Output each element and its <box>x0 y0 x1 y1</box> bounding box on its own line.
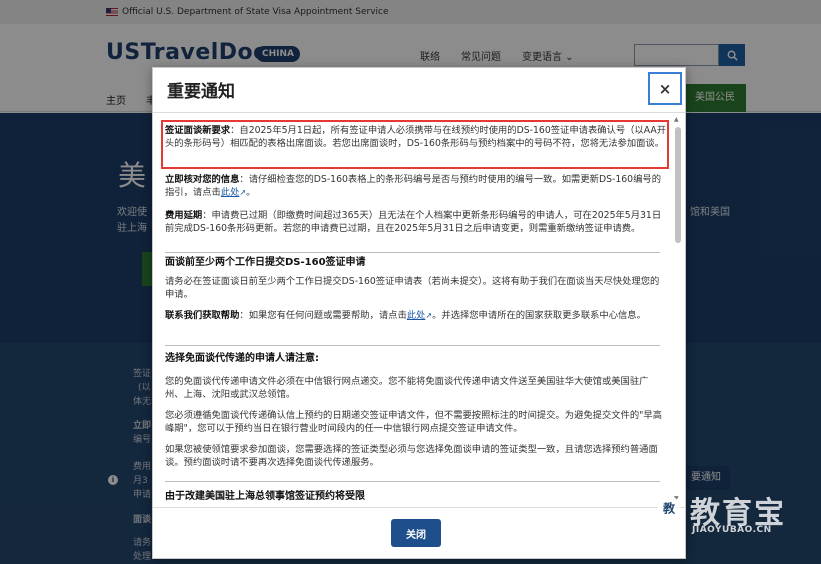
notice-paragraph: 签证面谈新要求：自2025年5月1日起，所有签证申请人必须携带与在线预约时使用的… <box>165 125 667 149</box>
divider <box>153 507 685 508</box>
scrollbar[interactable]: ▲ ▼ <box>673 115 683 505</box>
divider <box>153 112 685 113</box>
watermark-logo-icon: 教 <box>657 496 681 520</box>
scrollbar-thumb[interactable] <box>675 127 681 243</box>
divider <box>165 252 660 253</box>
notice-paragraph: 请务必在签证面谈日前至少两个工作日提交DS-160签证申请表（若尚未提交）。这将… <box>165 276 660 300</box>
svg-text:教: 教 <box>662 501 676 516</box>
ds160-update-link[interactable]: 此处 <box>221 187 240 198</box>
important-notice-modal: 重要通知 × 签证面谈新要求：自2025年5月1日起，所有签证申请人必须携带与在… <box>152 67 686 559</box>
modal-body[interactable]: 签证面谈新要求：自2025年5月1日起，所有签证申请人必须携带与在线预约时使用的… <box>161 115 673 505</box>
watermark: 教育宝 JIAOYUBAO.CN <box>690 496 786 535</box>
divider <box>165 345 660 346</box>
help-link[interactable]: 此处 <box>407 310 426 321</box>
close-dialog-button[interactable]: 关闭 <box>391 519 441 547</box>
notice-paragraph: 立即核对您的信息：请仔细检查您的DS-160表格上的条形码编号是否与预约时使用的… <box>165 174 661 198</box>
divider <box>165 481 660 482</box>
notice-paragraph: 如果您被使领馆要求参加面谈，您需要选择的签证类型必须与您选择免面谈申请的签证类型… <box>165 444 658 468</box>
section-heading: 选择免面谈代传递的申请人请注意: <box>165 353 319 364</box>
notice-paragraph: 您必须遵循免面谈代传递确认信上预约的日期递交签证申请文件，但不需要按照标注的时间… <box>165 410 663 434</box>
notice-paragraph: 您的免面谈代传递申请文件必须在中信银行网点递交。您不能将免面谈代传递申请文件送至… <box>165 376 649 400</box>
section-heading: 面谈前至少两个工作日提交DS-160签证申请 <box>165 257 366 268</box>
section-heading: 由于改建美国驻上海总领事馆签证预约将受限 <box>165 491 365 502</box>
notice-paragraph: 联系我们获取帮助：如果您有任何问题或需要帮助，请点击此处↗。并选择您申请所在的国… <box>165 310 646 321</box>
notice-paragraph: 费用延期：申请费已过期（即缴费时间超过365天）且无法在个人档案中更新条形码编号… <box>165 210 662 234</box>
close-icon: × <box>658 79 672 98</box>
modal-title: 重要通知 <box>167 82 235 102</box>
scroll-up-arrow-icon[interactable]: ▲ <box>674 116 679 123</box>
close-button[interactable]: × <box>648 72 682 105</box>
